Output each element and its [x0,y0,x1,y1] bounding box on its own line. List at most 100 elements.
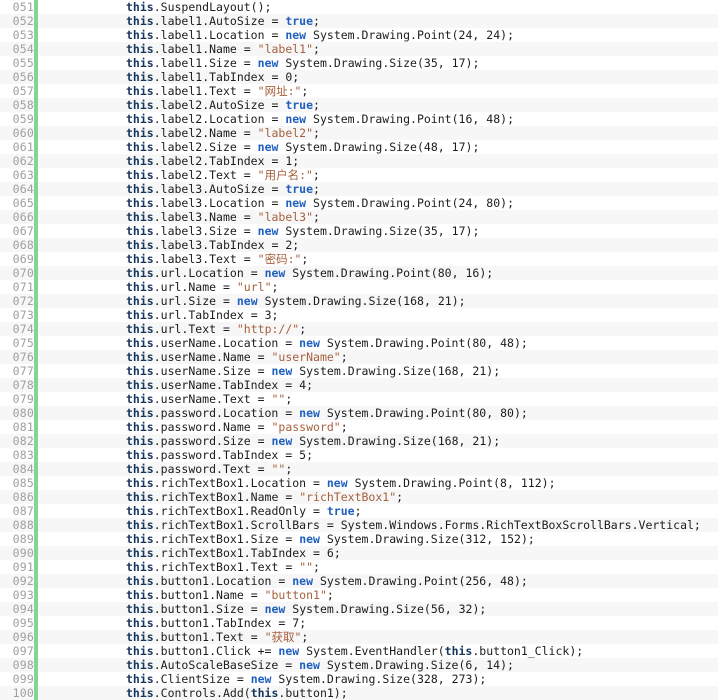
code-line[interactable]: 053 this.label1.Location = new System.Dra… [0,28,718,42]
code-line[interactable]: 056 this.label1.TabIndex = 0; [0,70,718,84]
code-text[interactable]: this.label1.Name = "label1"; [126,42,718,56]
code-text[interactable]: this.password.Size = new System.Drawing.… [126,434,718,448]
code-text[interactable]: this.richTextBox1.ReadOnly = true; [126,504,718,518]
code-text[interactable]: this.password.Name = "password"; [126,420,718,434]
code-line[interactable]: 097 this.button1.Click += new System.Even… [0,644,718,658]
code-line[interactable]: 069 this.label3.Text = "密码:"; [0,252,718,266]
code-line[interactable]: 088 this.richTextBox1.ScrollBars = System… [0,518,718,532]
code-text[interactable]: this.userName.Name = "userName"; [126,350,718,364]
code-text[interactable]: this.label2.Name = "label2"; [126,126,718,140]
code-line[interactable]: 057 this.label1.Text = "网址:"; [0,84,718,98]
code-line[interactable]: 073 this.url.TabIndex = 3; [0,308,718,322]
code-line[interactable]: 084 this.password.Text = ""; [0,462,718,476]
code-line[interactable]: 062 this.label2.TabIndex = 1; [0,154,718,168]
code-text[interactable]: this.richTextBox1.TabIndex = 6; [126,546,718,560]
code-line[interactable]: 067 this.label3.Size = new System.Drawing… [0,224,718,238]
code-text[interactable]: this.button1.Name = "button1"; [126,588,718,602]
code-line[interactable]: 098 this.AutoScaleBaseSize = new System.D… [0,658,718,672]
code-text[interactable]: this.label3.Name = "label3"; [126,210,718,224]
code-text[interactable]: this.url.Name = "url"; [126,280,718,294]
code-text[interactable]: this.url.Size = new System.Drawing.Size(… [126,294,718,308]
code-line[interactable]: 081 this.password.Name = "password"; [0,420,718,434]
code-line[interactable]: 054 this.label1.Name = "label1"; [0,42,718,56]
code-line[interactable]: 076 this.userName.Name = "userName"; [0,350,718,364]
code-line[interactable]: 077 this.userName.Size = new System.Drawi… [0,364,718,378]
code-text[interactable]: this.AutoScaleBaseSize = new System.Draw… [126,658,718,672]
code-line[interactable]: 078 this.userName.TabIndex = 4; [0,378,718,392]
code-line[interactable]: 100 this.Controls.Add(this.button1); [0,686,718,700]
code-line[interactable]: 096 this.button1.Text = "获取"; [0,630,718,644]
code-text[interactable]: this.richTextBox1.Name = "richTextBox1"; [126,490,718,504]
code-text[interactable]: this.SuspendLayout(); [126,0,718,14]
code-line[interactable]: 061 this.label2.Size = new System.Drawing… [0,140,718,154]
code-text[interactable]: this.label2.AutoSize = true; [126,98,718,112]
code-line[interactable]: 095 this.button1.TabIndex = 7; [0,616,718,630]
code-editor[interactable]: 051 this.SuspendLayout(); 052 this.label1.A… [0,0,718,700]
code-line[interactable]: 060 this.label2.Name = "label2"; [0,126,718,140]
code-text[interactable]: this.ClientSize = new System.Drawing.Siz… [126,672,718,686]
code-text[interactable]: this.label3.TabIndex = 2; [126,238,718,252]
code-text[interactable]: this.userName.Text = ""; [126,392,718,406]
code-line[interactable]: 083 this.password.TabIndex = 5; [0,448,718,462]
code-text[interactable]: this.button1.Size = new System.Drawing.S… [126,602,718,616]
code-line[interactable]: 059 this.label2.Location = new System.Dra… [0,112,718,126]
code-text[interactable]: this.label2.Size = new System.Drawing.Si… [126,140,718,154]
code-text[interactable]: this.richTextBox1.Size = new System.Draw… [126,532,718,546]
code-line[interactable]: 072 this.url.Size = new System.Drawing.Si… [0,294,718,308]
code-line[interactable]: 068 this.label3.TabIndex = 2; [0,238,718,252]
code-text[interactable]: this.button1.Text = "获取"; [126,630,718,644]
code-text[interactable]: this.url.Location = new System.Drawing.P… [126,266,718,280]
code-text[interactable]: this.label2.Text = "用户名:"; [126,168,718,182]
code-text[interactable]: this.label3.Location = new System.Drawin… [126,196,718,210]
code-line[interactable]: 093 this.button1.Name = "button1"; [0,588,718,602]
code-text[interactable]: this.richTextBox1.Text = ""; [126,560,718,574]
code-text[interactable]: this.password.Text = ""; [126,462,718,476]
code-line[interactable]: 063 this.label2.Text = "用户名:"; [0,168,718,182]
code-text[interactable]: this.richTextBox1.Location = new System.… [126,476,718,490]
code-text[interactable]: this.button1.Click += new System.EventHa… [126,644,718,658]
code-line[interactable]: 071 this.url.Name = "url"; [0,280,718,294]
code-text[interactable]: this.userName.Location = new System.Draw… [126,336,718,350]
code-line[interactable]: 086 this.richTextBox1.Name = "richTextBox… [0,490,718,504]
code-line[interactable]: 055 this.label1.Size = new System.Drawing… [0,56,718,70]
code-line[interactable]: 089 this.richTextBox1.Size = new System.D… [0,532,718,546]
code-line[interactable]: 094 this.button1.Size = new System.Drawin… [0,602,718,616]
code-text[interactable]: this.userName.Size = new System.Drawing.… [126,364,718,378]
code-text[interactable]: this.label2.Location = new System.Drawin… [126,112,718,126]
code-line[interactable]: 052 this.label1.AutoSize = true; [0,14,718,28]
code-line[interactable]: 099 this.ClientSize = new System.Drawing.… [0,672,718,686]
code-line[interactable]: 080 this.password.Location = new System.D… [0,406,718,420]
code-line[interactable]: 064 this.label3.AutoSize = true; [0,182,718,196]
code-text[interactable]: this.button1.Location = new System.Drawi… [126,574,718,588]
code-text[interactable]: this.Controls.Add(this.button1); [126,686,718,700]
code-line[interactable]: 090 this.richTextBox1.TabIndex = 6; [0,546,718,560]
code-text[interactable]: this.url.Text = "http://"; [126,322,718,336]
code-text[interactable]: this.label2.TabIndex = 1; [126,154,718,168]
code-text[interactable]: this.userName.TabIndex = 4; [126,378,718,392]
code-line[interactable]: 066 this.label3.Name = "label3"; [0,210,718,224]
code-text[interactable]: this.label1.AutoSize = true; [126,14,718,28]
code-text[interactable]: this.button1.TabIndex = 7; [126,616,718,630]
code-text[interactable]: this.label1.Location = new System.Drawin… [126,28,718,42]
code-text[interactable]: this.label1.Size = new System.Drawing.Si… [126,56,718,70]
code-line[interactable]: 058 this.label2.AutoSize = true; [0,98,718,112]
code-line[interactable]: 070 this.url.Location = new System.Drawin… [0,266,718,280]
code-text[interactable]: this.label1.TabIndex = 0; [126,70,718,84]
code-text[interactable]: this.label3.Text = "密码:"; [126,252,718,266]
code-text[interactable]: this.password.TabIndex = 5; [126,448,718,462]
code-text[interactable]: this.url.TabIndex = 3; [126,308,718,322]
code-text[interactable]: this.richTextBox1.ScrollBars = System.Wi… [126,518,718,532]
code-line[interactable]: 087 this.richTextBox1.ReadOnly = true; [0,504,718,518]
code-line[interactable]: 082 this.password.Size = new System.Drawi… [0,434,718,448]
code-line[interactable]: 085 this.richTextBox1.Location = new Syst… [0,476,718,490]
code-line[interactable]: 075 this.userName.Location = new System.D… [0,336,718,350]
code-line[interactable]: 091 this.richTextBox1.Text = ""; [0,560,718,574]
code-text[interactable]: this.password.Location = new System.Draw… [126,406,718,420]
code-line[interactable]: 051 this.SuspendLayout(); [0,0,718,14]
code-line[interactable]: 074 this.url.Text = "http://"; [0,322,718,336]
code-text[interactable]: this.label1.Text = "网址:"; [126,84,718,98]
code-line[interactable]: 079 this.userName.Text = ""; [0,392,718,406]
code-text[interactable]: this.label3.AutoSize = true; [126,182,718,196]
code-line[interactable]: 065 this.label3.Location = new System.Dra… [0,196,718,210]
code-line[interactable]: 092 this.button1.Location = new System.Dr… [0,574,718,588]
